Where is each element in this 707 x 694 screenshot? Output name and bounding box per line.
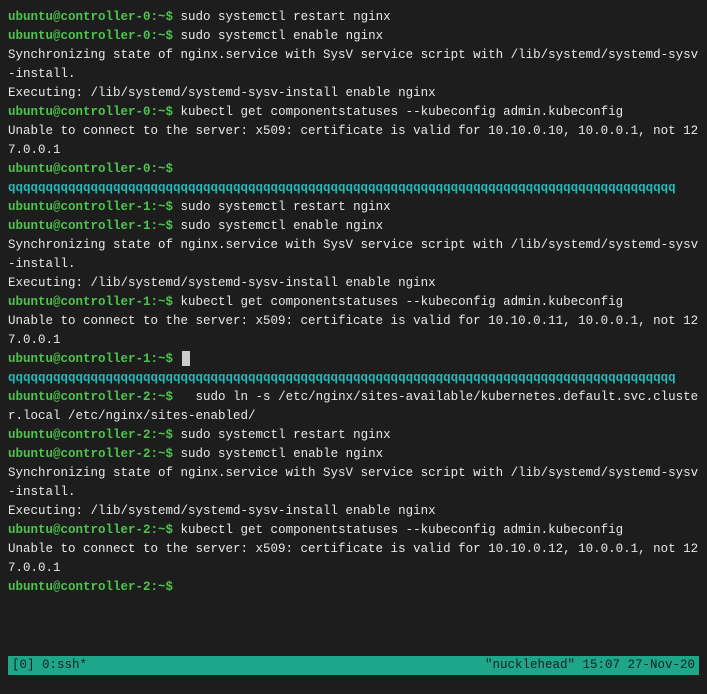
pane-divider: qqqqqqqqqqqqqqqqqqqqqqqqqqqqqqqqqqqqqqqq…	[8, 371, 676, 385]
prompt: ubuntu@controller-1:~$	[8, 219, 173, 233]
command-line: sudo systemctl enable nginx	[181, 447, 384, 461]
prompt: ubuntu@controller-2:~$	[8, 580, 173, 594]
command-line: sudo systemctl enable nginx	[181, 29, 384, 43]
command-line: kubectl get componentstatuses --kubeconf…	[181, 105, 624, 119]
output-line: Unable to connect to the server: x509: c…	[8, 124, 698, 157]
terminal-output[interactable]: ubuntu@controller-0:~$ sudo systemctl re…	[8, 8, 699, 597]
tmux-statusbar: [0] 0:ssh* "nucklehead" 15:07 27-Nov-20	[8, 656, 699, 675]
output-line: Executing: /lib/systemd/systemd-sysv-ins…	[8, 504, 436, 518]
prompt: ubuntu@controller-2:~$	[8, 428, 173, 442]
output-line: Executing: /lib/systemd/systemd-sysv-ins…	[8, 86, 436, 100]
prompt: ubuntu@controller-2:~$	[8, 390, 173, 404]
command-line: kubectl get componentstatuses --kubeconf…	[181, 523, 624, 537]
status-host: "nucklehead"	[485, 658, 575, 672]
cursor	[182, 351, 190, 366]
prompt: ubuntu@controller-1:~$	[8, 352, 173, 366]
output-line: Synchronizing state of nginx.service wit…	[8, 48, 698, 81]
output-line: Synchronizing state of nginx.service wit…	[8, 238, 698, 271]
output-line: Unable to connect to the server: x509: c…	[8, 314, 698, 347]
output-line: Executing: /lib/systemd/systemd-sysv-ins…	[8, 276, 436, 290]
command-line: sudo systemctl restart nginx	[181, 200, 391, 214]
command-line: sudo systemctl restart nginx	[181, 10, 391, 24]
prompt: ubuntu@controller-0:~$	[8, 162, 173, 176]
command-line: sudo systemctl restart nginx	[181, 428, 391, 442]
command-line: sudo systemctl enable nginx	[181, 219, 384, 233]
prompt: ubuntu@controller-2:~$	[8, 447, 173, 461]
prompt: ubuntu@controller-2:~$	[8, 523, 173, 537]
status-right-group: "nucklehead" 15:07 27-Nov-20	[485, 656, 695, 675]
prompt: ubuntu@controller-1:~$	[8, 295, 173, 309]
command-line: kubectl get componentstatuses --kubeconf…	[181, 295, 624, 309]
output-line: Synchronizing state of nginx.service wit…	[8, 466, 698, 499]
prompt: ubuntu@controller-0:~$	[8, 105, 173, 119]
output-line: Unable to connect to the server: x509: c…	[8, 542, 698, 575]
prompt: ubuntu@controller-1:~$	[8, 200, 173, 214]
status-session: [0] 0:ssh*	[12, 656, 87, 675]
status-time: 15:07 27-Nov-20	[582, 658, 695, 672]
prompt: ubuntu@controller-0:~$	[8, 10, 173, 24]
prompt: ubuntu@controller-0:~$	[8, 29, 173, 43]
pane-divider: qqqqqqqqqqqqqqqqqqqqqqqqqqqqqqqqqqqqqqqq…	[8, 181, 676, 195]
